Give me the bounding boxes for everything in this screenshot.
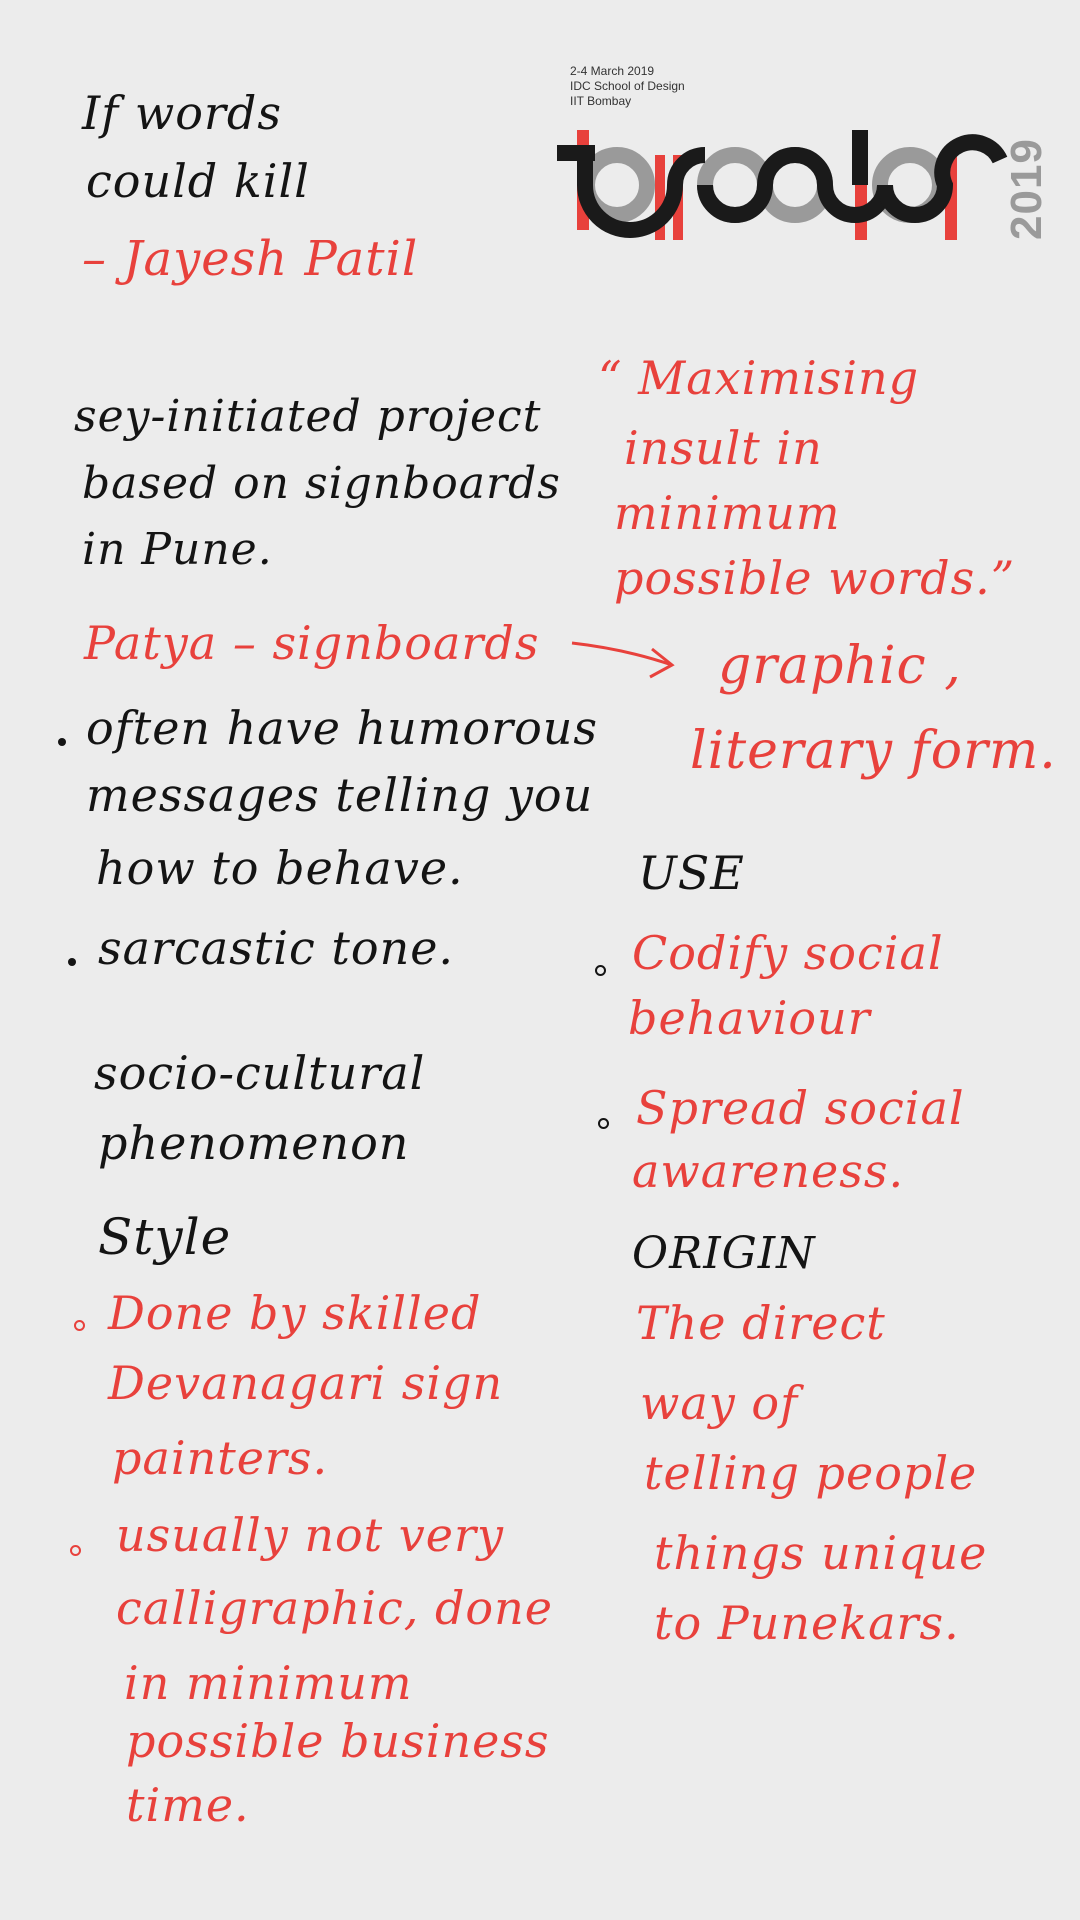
use-2-line-2: awareness.	[632, 1144, 905, 1198]
quote-line-1: “ Maximising	[598, 351, 920, 405]
event-institute: IIT Bombay	[570, 94, 632, 108]
arrow-icon	[571, 641, 675, 679]
bullet-ring	[70, 1545, 81, 1556]
event-school: IDC School of Design	[570, 79, 685, 93]
style-2-line-5: time.	[126, 1778, 250, 1832]
style-2-line-1: usually not very	[116, 1508, 504, 1562]
patya-label: Patya – signboards	[84, 616, 540, 670]
bullet-dot	[68, 958, 76, 966]
quote-line-3: minimum	[614, 486, 841, 540]
origin-line-2: way of	[640, 1376, 799, 1430]
quote-line-4: possible words.”	[614, 551, 1016, 605]
style-1-line-3: painters.	[112, 1431, 329, 1485]
bullet-ring	[598, 1118, 609, 1129]
event-dates: 2-4 March 2019	[570, 64, 655, 78]
socio-line-1: socio-cultural	[94, 1046, 426, 1100]
bullet-ring	[74, 1320, 85, 1331]
style-1-line-1: Done by skilled	[108, 1286, 482, 1340]
title-line-1: If words	[82, 86, 282, 140]
feature-1-line-3: how to behave.	[96, 841, 464, 895]
logo-year: 2019	[1002, 138, 1051, 240]
style-1-line-2: Devanagari sign	[108, 1356, 504, 1410]
event-info: 2-4 March 2019 IDC School of Design IIT …	[570, 64, 685, 109]
style-2-line-4: possible business	[126, 1714, 550, 1768]
style-2-line-2: calligraphic, done	[116, 1581, 553, 1635]
feature-2: sarcastic tone.	[98, 921, 455, 975]
intro-line-3: in Pune.	[82, 524, 273, 575]
intro-line-2: based on signboards	[82, 458, 561, 509]
style-heading: Style	[98, 1208, 232, 1266]
bullet-dot	[58, 738, 66, 746]
style-2-line-3: in minimum	[124, 1656, 413, 1710]
title-author: – Jayesh Patil	[82, 231, 419, 287]
bullet-ring	[595, 965, 606, 976]
patya-form-line-1: graphic ,	[718, 636, 962, 696]
origin-line-3: telling people	[644, 1446, 978, 1500]
intro-line-1: sey-initiated project	[74, 391, 542, 442]
origin-line-1: The direct	[636, 1296, 886, 1350]
origin-line-5: to Punekars.	[654, 1596, 960, 1650]
use-1-line-1: Codify social	[632, 926, 944, 980]
use-2-line-1: Spread social	[636, 1081, 965, 1135]
patya-form-line-2: literary form.	[690, 721, 1057, 781]
feature-1-line-2: messages telling you	[86, 768, 594, 822]
feature-1-line-1: often have humorous	[86, 701, 599, 755]
socio-line-2: phenomenon	[98, 1116, 410, 1170]
use-heading: USE	[638, 846, 745, 900]
origin-line-4: things unique	[654, 1526, 988, 1580]
use-1-line-2: behaviour	[628, 991, 871, 1045]
typoday-logo	[557, 130, 1008, 240]
quote-line-2: insult in	[624, 421, 823, 475]
origin-heading: ORIGIN	[632, 1228, 816, 1279]
title-line-2: could kill	[86, 154, 310, 208]
